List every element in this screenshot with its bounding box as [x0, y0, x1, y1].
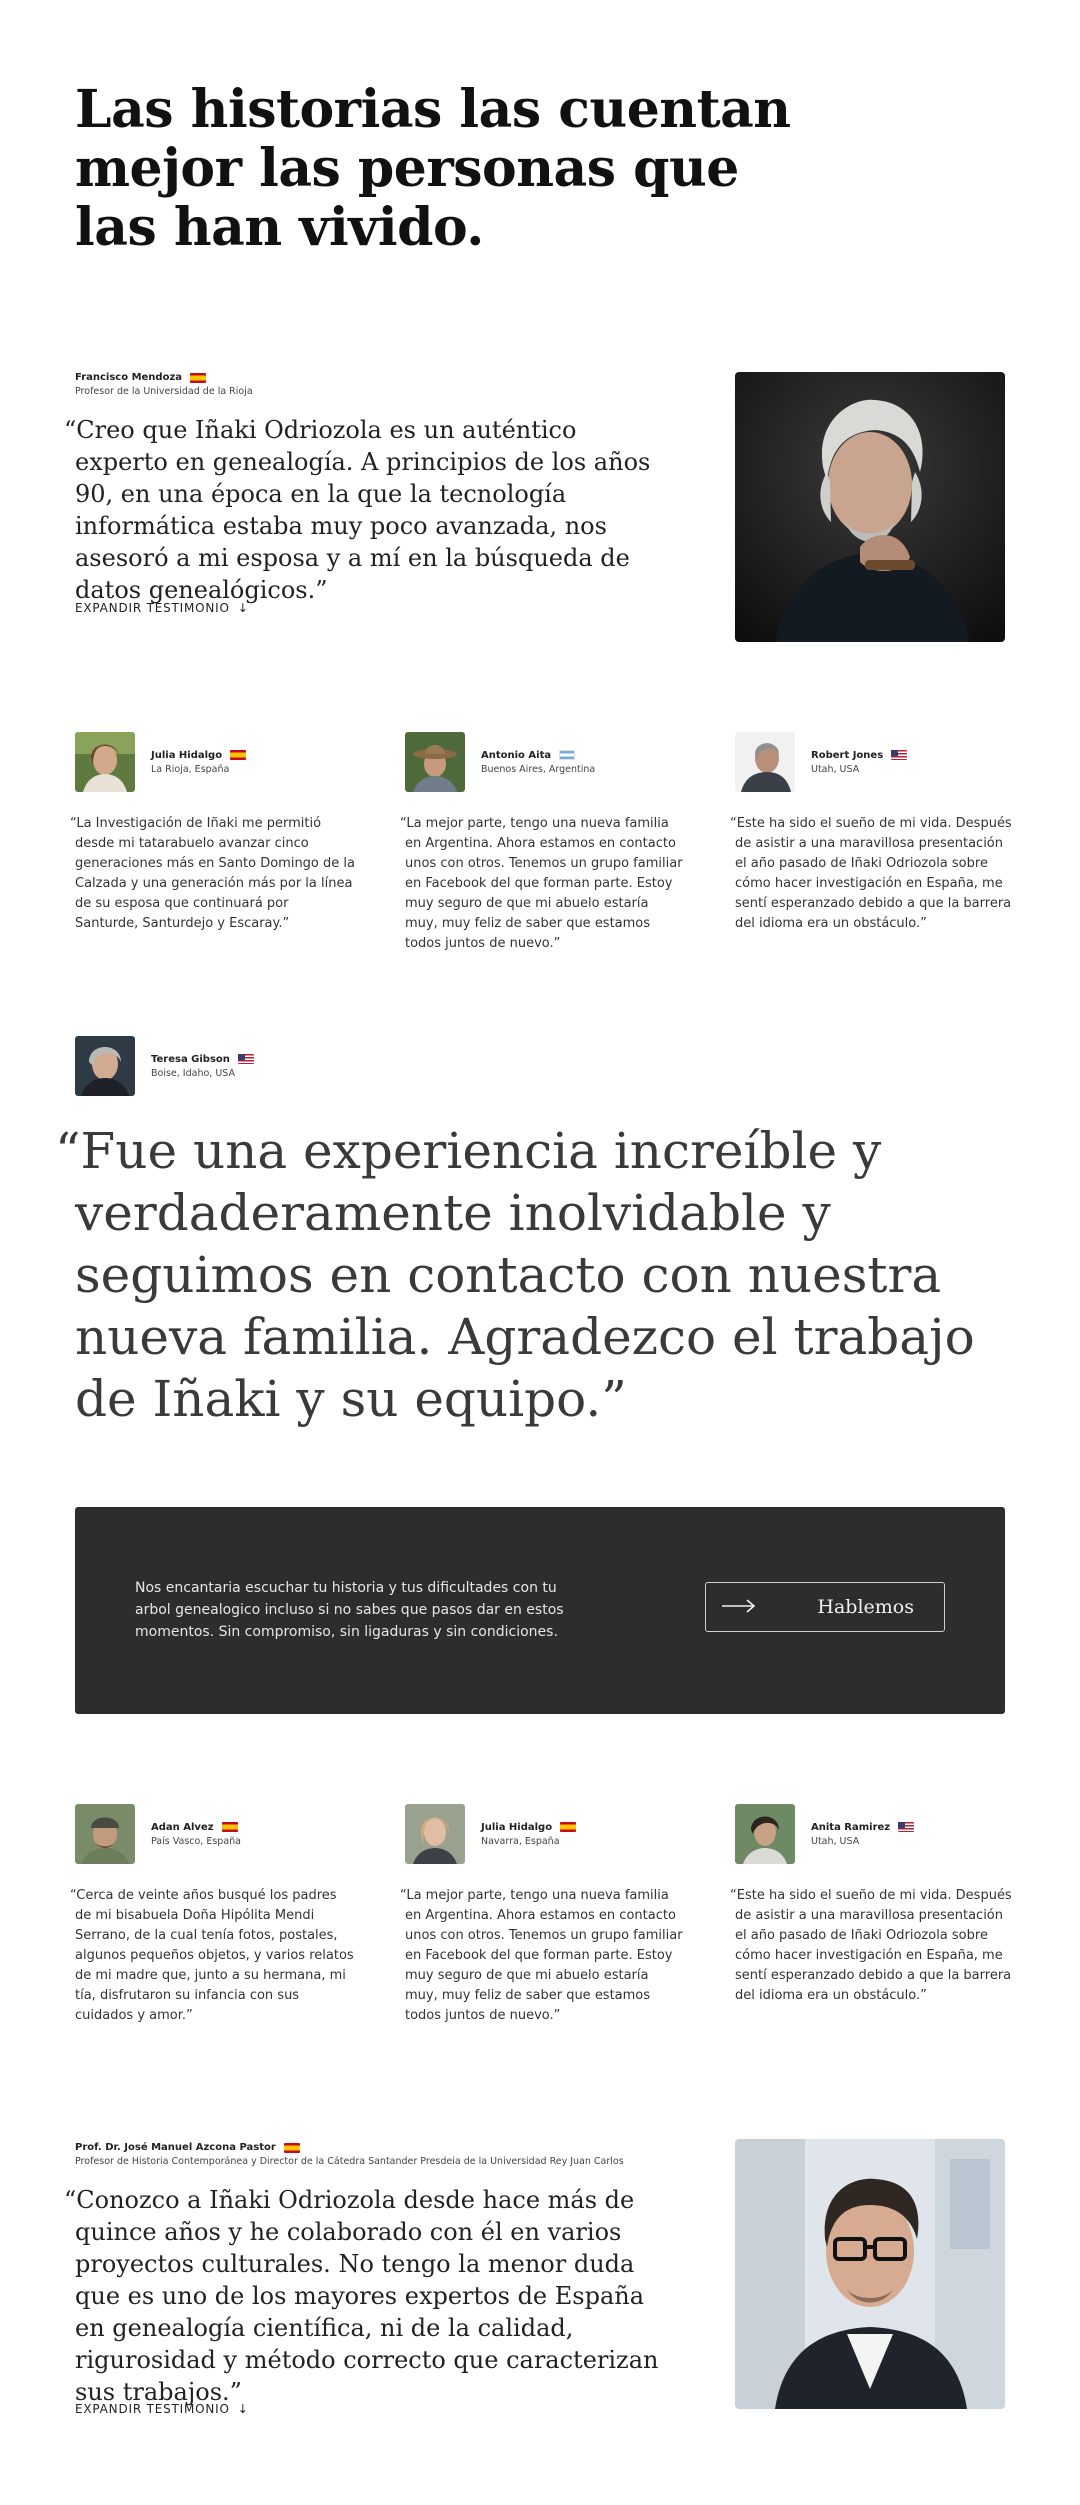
contact-banner-text: Nos encantaria escuchar tu historia y tu…: [135, 1580, 564, 1640]
usa-flag-icon: [237, 1054, 254, 1064]
testimonial-card: Antonio Aita Buenos Aires, Argentina “La…: [400, 732, 685, 954]
author-name: Julia Hidalgo: [481, 1821, 553, 1833]
author-photo: [735, 2139, 1005, 2409]
arrow-down-icon: ↓: [237, 2402, 249, 2416]
author-name: Teresa Gibson: [151, 1053, 230, 1065]
avatar: [735, 732, 795, 792]
author-role: Profesor de Historia Contemporánea y Dir…: [75, 2156, 624, 2167]
avatar: [405, 732, 465, 792]
expand-label: EXPANDIR TESTIMONIO: [75, 601, 230, 615]
author-name: Adan Alvez: [151, 1821, 214, 1833]
featured-quote: “Fue una experiencia increíble y verdade…: [55, 1122, 975, 1428]
avatar: [75, 1036, 135, 1096]
spain-flag-icon: [190, 372, 207, 383]
spain-flag-icon: [283, 2142, 300, 2153]
hablemos-button[interactable]: Hablemos: [705, 1582, 945, 1632]
avatar: [735, 1804, 795, 1864]
testimonial-quote: “Creo que Iñaki Odriozola es un auténtic…: [64, 416, 651, 604]
spain-flag-icon: [230, 750, 247, 760]
author-location: La Rioja, España: [151, 763, 230, 775]
author-location: Utah, USA: [811, 763, 860, 775]
testimonial-card: Julia Hidalgo La Rioja, España “La Inves…: [70, 732, 355, 934]
usa-flag-icon: [891, 750, 908, 760]
avatar: [75, 732, 135, 792]
author-location: Buenos Aires, Argentina: [481, 763, 596, 775]
argentina-flag-icon: [559, 750, 576, 760]
arrow-right-icon: [722, 1598, 756, 1617]
author-name: Francisco Mendoza: [75, 372, 183, 383]
author-name: Prof. Dr. José Manuel Azcona Pastor: [75, 2142, 276, 2153]
author-role: Profesor de la Universidad de la Rioja: [75, 386, 253, 397]
author-photo: [735, 372, 1005, 642]
testimonial-author: Prof. Dr. José Manuel Azcona Pastor Prof…: [75, 2142, 624, 2167]
avatar: [405, 1804, 465, 1864]
hablemos-label: Hablemos: [817, 1596, 914, 1618]
card-quote: “Este ha sido el sueño de mi vida. Despu…: [730, 1888, 1012, 2003]
card-quote: “La mejor parte, tengo una nueva familia…: [400, 1888, 683, 2023]
testimonial-quote: “Conozco a Iñaki Odriozola desde hace má…: [64, 2186, 659, 2406]
testimonial-author: Francisco Mendoza Profesor de la Univers…: [75, 372, 253, 397]
testimonial-card: Anita Ramirez Utah, USA “Este ha sido el…: [730, 1804, 1015, 2006]
spain-flag-icon: [560, 1822, 577, 1832]
spain-flag-icon: [221, 1822, 238, 1832]
expand-testimonial-button[interactable]: EXPANDIR TESTIMONIO ↓: [75, 601, 249, 615]
card-quote: “Este ha sido el sueño de mi vida. Despu…: [730, 816, 1012, 931]
contact-banner: Nos encantaria escuchar tu historia y tu…: [75, 1507, 1005, 1714]
card-quote: “Cerca de veinte años busqué los padres …: [70, 1888, 354, 2023]
testimonial-card: Julia Hidalgo Navarra, España “La mejor …: [400, 1804, 685, 2026]
testimonial-card: Robert Jones Utah, USA “Este ha sido el …: [730, 732, 1015, 934]
expand-testimonial-button[interactable]: EXPANDIR TESTIMONIO ↓: [75, 2402, 249, 2416]
author-name: Antonio Aita: [481, 749, 552, 761]
author-name: Julia Hidalgo: [151, 749, 223, 761]
usa-flag-icon: [898, 1822, 915, 1832]
expand-label: EXPANDIR TESTIMONIO: [75, 2402, 230, 2416]
card-quote: “La Investigación de Iñaki me permitió d…: [70, 816, 355, 931]
card-quote: “La mejor parte, tengo una nueva familia…: [400, 816, 683, 951]
author-name: Robert Jones: [811, 749, 884, 761]
author-location: País Vasco, España: [151, 1835, 241, 1847]
arrow-down-icon: ↓: [237, 601, 249, 615]
author-name: Anita Ramirez: [811, 1821, 891, 1833]
author-location: Utah, USA: [811, 1835, 860, 1847]
testimonial-card: Adan Alvez País Vasco, España “Cerca de …: [70, 1804, 355, 2026]
author-location: Boise, Idaho, USA: [151, 1067, 235, 1079]
avatar: [75, 1804, 135, 1864]
featured-author: Teresa Gibson Boise, Idaho, USA: [75, 1036, 254, 1096]
author-location: Navarra, España: [481, 1835, 560, 1847]
page-title: Las historias las cuentan mejor las pers…: [75, 79, 791, 258]
